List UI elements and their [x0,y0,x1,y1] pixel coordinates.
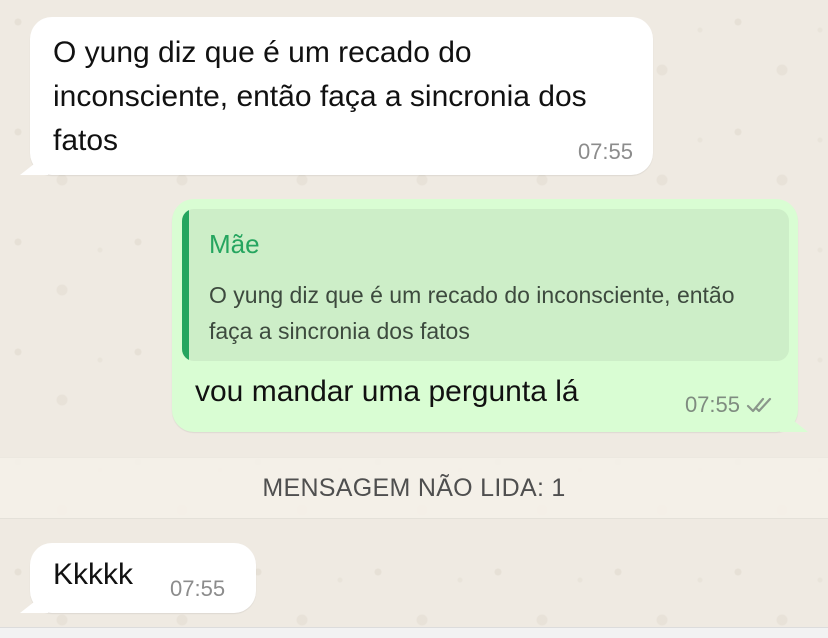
message-text: O yung diz que é um recado do inconscien… [53,36,587,157]
quoted-reply[interactable]: Mãe O yung diz que é um recado do incons… [182,209,789,361]
unread-label: MENSAGEM NÃO LIDA: 1 [262,473,566,502]
incoming-message[interactable]: Kkkkk 07:55 [30,543,256,613]
input-bar-edge [0,627,828,638]
unread-messages-divider: MENSAGEM NÃO LIDA: 1 [0,457,828,519]
double-check-icon [746,395,776,415]
quote-accent-bar [182,209,189,361]
message-time: 07:55 [170,576,226,601]
quote-text: O yung diz que é um recado do inconscien… [209,282,735,344]
message-time: 07:55 [577,139,633,164]
message-text: Kkkkk [53,558,134,591]
message-text: vou mandar uma pergunta lá [195,375,579,408]
quote-author: Mãe [209,229,260,259]
message-meta: 07:55 [685,392,776,418]
message-time: 07:55 [684,392,740,417]
incoming-message[interactable]: O yung diz que é um recado do inconscien… [30,17,653,175]
outgoing-message[interactable]: Mãe O yung diz que é um recado do incons… [172,199,798,432]
chat-area[interactable]: O yung diz que é um recado do inconscien… [0,0,828,638]
